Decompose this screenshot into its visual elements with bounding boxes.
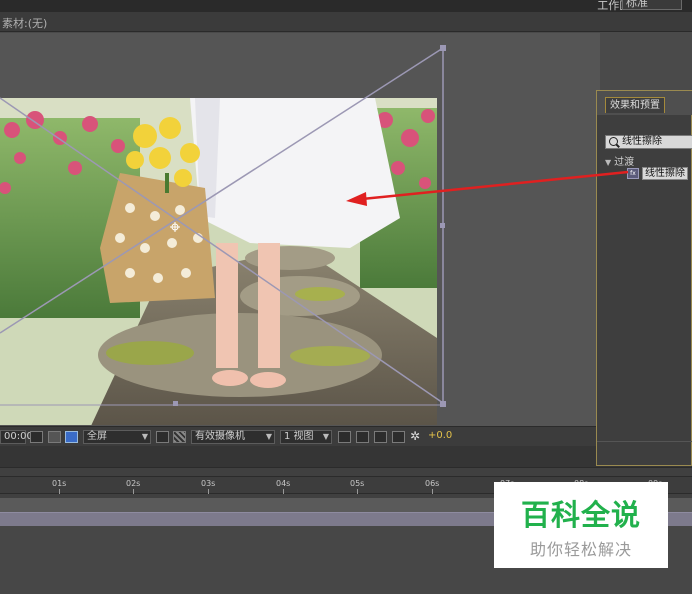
watermark-title: 百科全说 <box>520 498 641 532</box>
watermark-logo: 百科全说 助你轻松解决 <box>494 482 668 568</box>
watermark-subtitle: 助你轻松解决 <box>529 540 632 559</box>
